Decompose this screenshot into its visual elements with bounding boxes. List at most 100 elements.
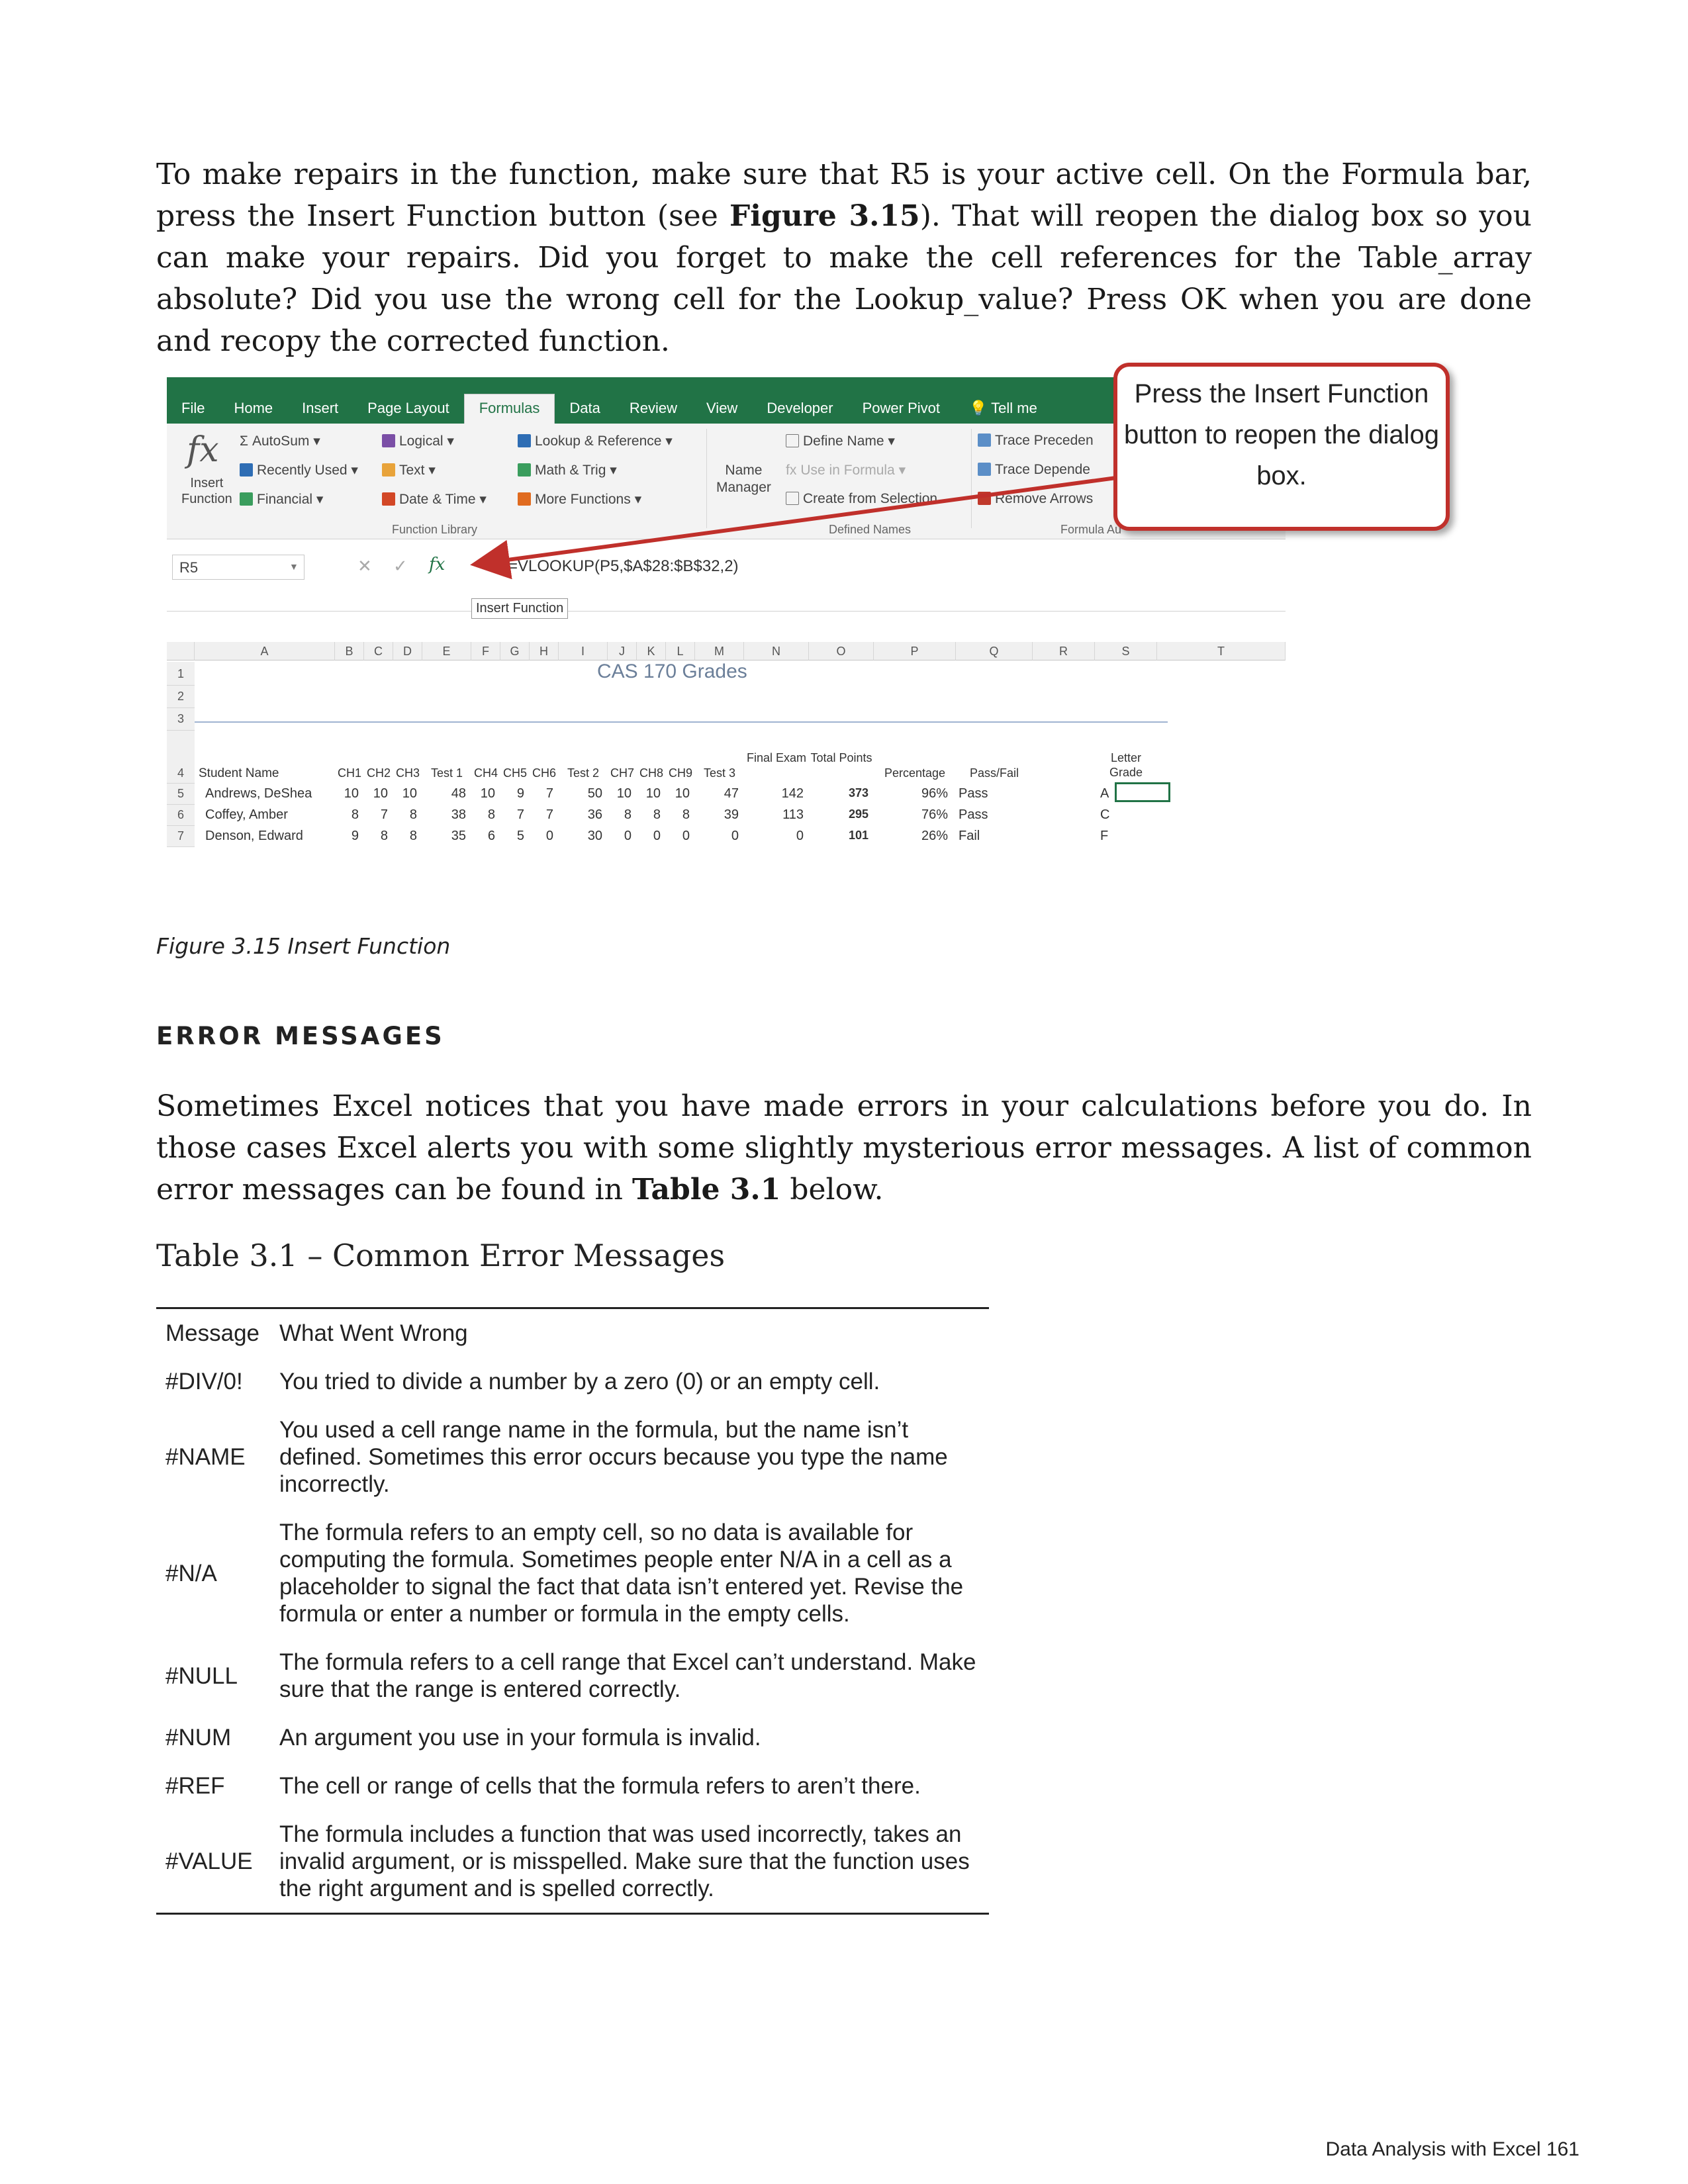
grade-cell[interactable]: F (1100, 829, 1153, 844)
row-header[interactable]: 7 (167, 826, 195, 847)
tab-tell-me[interactable]: 💡 Tell me (955, 400, 1052, 424)
grade-cell[interactable]: 0 (608, 829, 632, 844)
remove-arrows-button[interactable]: Remove Arrows (978, 491, 1093, 507)
column-header[interactable]: E (422, 642, 471, 660)
grade-cell[interactable]: 8 (335, 807, 359, 823)
name-box[interactable]: R5 (172, 555, 305, 580)
grade-cell[interactable]: 30 (559, 829, 602, 844)
define-name-button[interactable]: Define Name ▾ (786, 433, 895, 449)
tab-power-pivot[interactable]: Power Pivot (848, 400, 955, 424)
tab-file[interactable]: File (167, 400, 219, 424)
grade-cell[interactable]: 9 (500, 786, 524, 801)
trace-precedents-button[interactable]: Trace Preceden (978, 433, 1094, 449)
grade-cell[interactable]: 76% (874, 807, 948, 823)
grade-cell[interactable]: 295 (809, 807, 868, 821)
tab-data[interactable]: Data (555, 400, 614, 424)
grade-cell[interactable]: Pass (959, 786, 1025, 801)
grade-cell[interactable]: 8 (666, 807, 690, 823)
grade-cell[interactable]: 48 (422, 786, 466, 801)
column-header[interactable]: I (559, 642, 608, 660)
tab-view[interactable]: View (692, 400, 752, 424)
row-header[interactable]: 3 (167, 708, 195, 731)
grade-cell[interactable]: 101 (809, 829, 868, 842)
row-header[interactable]: 4 (167, 731, 195, 784)
column-header[interactable]: K (637, 642, 666, 660)
grade-cell[interactable]: 10 (393, 786, 417, 801)
grade-cell[interactable]: 96% (874, 786, 948, 801)
column-header[interactable]: Q (956, 642, 1033, 660)
select-all-corner[interactable] (167, 642, 195, 660)
column-header[interactable]: R (1033, 642, 1095, 660)
grade-cell[interactable]: 8 (471, 807, 495, 823)
insert-function-button[interactable]: fx (429, 555, 445, 574)
grade-cell[interactable]: 0 (744, 829, 804, 844)
tab-insert[interactable]: Insert (287, 400, 353, 424)
cancel-icon[interactable]: ✕ (357, 556, 372, 576)
create-from-selection-button[interactable]: Create from Selection (786, 491, 937, 507)
grade-cell[interactable]: 7 (364, 807, 388, 823)
grade-cell[interactable]: 38 (422, 807, 466, 823)
grade-cell[interactable]: 8 (364, 829, 388, 844)
student-name-cell[interactable]: Andrews, DeShea (205, 786, 312, 801)
grade-cell[interactable]: 7 (530, 807, 553, 823)
grade-cell[interactable]: 6 (471, 829, 495, 844)
column-header[interactable]: D (393, 642, 422, 660)
grade-cell[interactable]: Pass (959, 807, 1025, 823)
column-header[interactable]: A (195, 642, 335, 660)
column-header[interactable]: N (744, 642, 809, 660)
column-header[interactable]: T (1157, 642, 1286, 660)
grade-cell[interactable]: 373 (809, 786, 868, 800)
column-header[interactable]: M (695, 642, 744, 660)
grade-cell[interactable]: 10 (637, 786, 661, 801)
column-header[interactable]: O (809, 642, 874, 660)
student-name-cell[interactable]: Coffey, Amber (205, 807, 288, 823)
logical-button[interactable]: Logical ▾ (382, 433, 454, 449)
grade-cell[interactable]: 47 (695, 786, 739, 801)
tab-developer[interactable]: Developer (752, 400, 847, 424)
grade-cell[interactable]: Fail (959, 829, 1025, 844)
grade-cell[interactable]: 26% (874, 829, 948, 844)
student-name-cell[interactable]: Denson, Edward (205, 829, 303, 844)
column-header[interactable]: B (335, 642, 364, 660)
autosum-button[interactable]: Σ AutoSum ▾ (240, 433, 320, 449)
grade-cell[interactable]: 8 (393, 807, 417, 823)
grade-cell[interactable]: 10 (335, 786, 359, 801)
grade-cell[interactable]: 50 (559, 786, 602, 801)
grade-cell[interactable]: 9 (335, 829, 359, 844)
grade-cell[interactable]: 0 (666, 829, 690, 844)
column-header[interactable]: L (666, 642, 695, 660)
grade-cell[interactable]: 39 (695, 807, 739, 823)
column-header[interactable]: G (500, 642, 530, 660)
grade-cell[interactable]: 5 (500, 829, 524, 844)
grade-cell[interactable]: 10 (608, 786, 632, 801)
enter-check-icon[interactable]: ✓ (393, 556, 408, 576)
date-time-button[interactable]: Date & Time ▾ (382, 491, 487, 508)
grade-cell[interactable]: 10 (666, 786, 690, 801)
math-trig-button[interactable]: Math & Trig ▾ (518, 462, 617, 478)
tab-home[interactable]: Home (219, 400, 287, 424)
column-header[interactable]: H (530, 642, 559, 660)
row-header[interactable]: 5 (167, 784, 195, 805)
chevron-down-icon[interactable]: ▼ (289, 561, 299, 572)
grade-cell[interactable]: 0 (695, 829, 739, 844)
grade-cell[interactable]: 8 (393, 829, 417, 844)
trace-dependents-button[interactable]: Trace Depende (978, 462, 1090, 478)
grade-cell[interactable]: 36 (559, 807, 602, 823)
grade-cell[interactable]: 8 (608, 807, 632, 823)
grade-cell[interactable]: 0 (530, 829, 553, 844)
lookup-reference-button[interactable]: Lookup & Reference ▾ (518, 433, 673, 449)
tab-page-layout[interactable]: Page Layout (353, 400, 464, 424)
grade-cell[interactable]: 142 (744, 786, 804, 801)
grade-cell[interactable]: 7 (500, 807, 524, 823)
insert-function-icon[interactable]: fx (187, 430, 219, 470)
formula-input[interactable]: =VLOOKUP(P5,$A$28:$B$32,2) (508, 557, 739, 576)
row-header[interactable]: 6 (167, 805, 195, 826)
grade-cell[interactable]: 0 (637, 829, 661, 844)
column-header[interactable]: S (1095, 642, 1157, 660)
grade-cell[interactable]: 35 (422, 829, 466, 844)
column-header[interactable]: F (471, 642, 500, 660)
grade-cell[interactable]: C (1100, 807, 1153, 823)
grade-cell[interactable]: 10 (364, 786, 388, 801)
tab-formulas[interactable]: Formulas (463, 394, 555, 424)
row-header[interactable]: 1 (167, 662, 195, 686)
